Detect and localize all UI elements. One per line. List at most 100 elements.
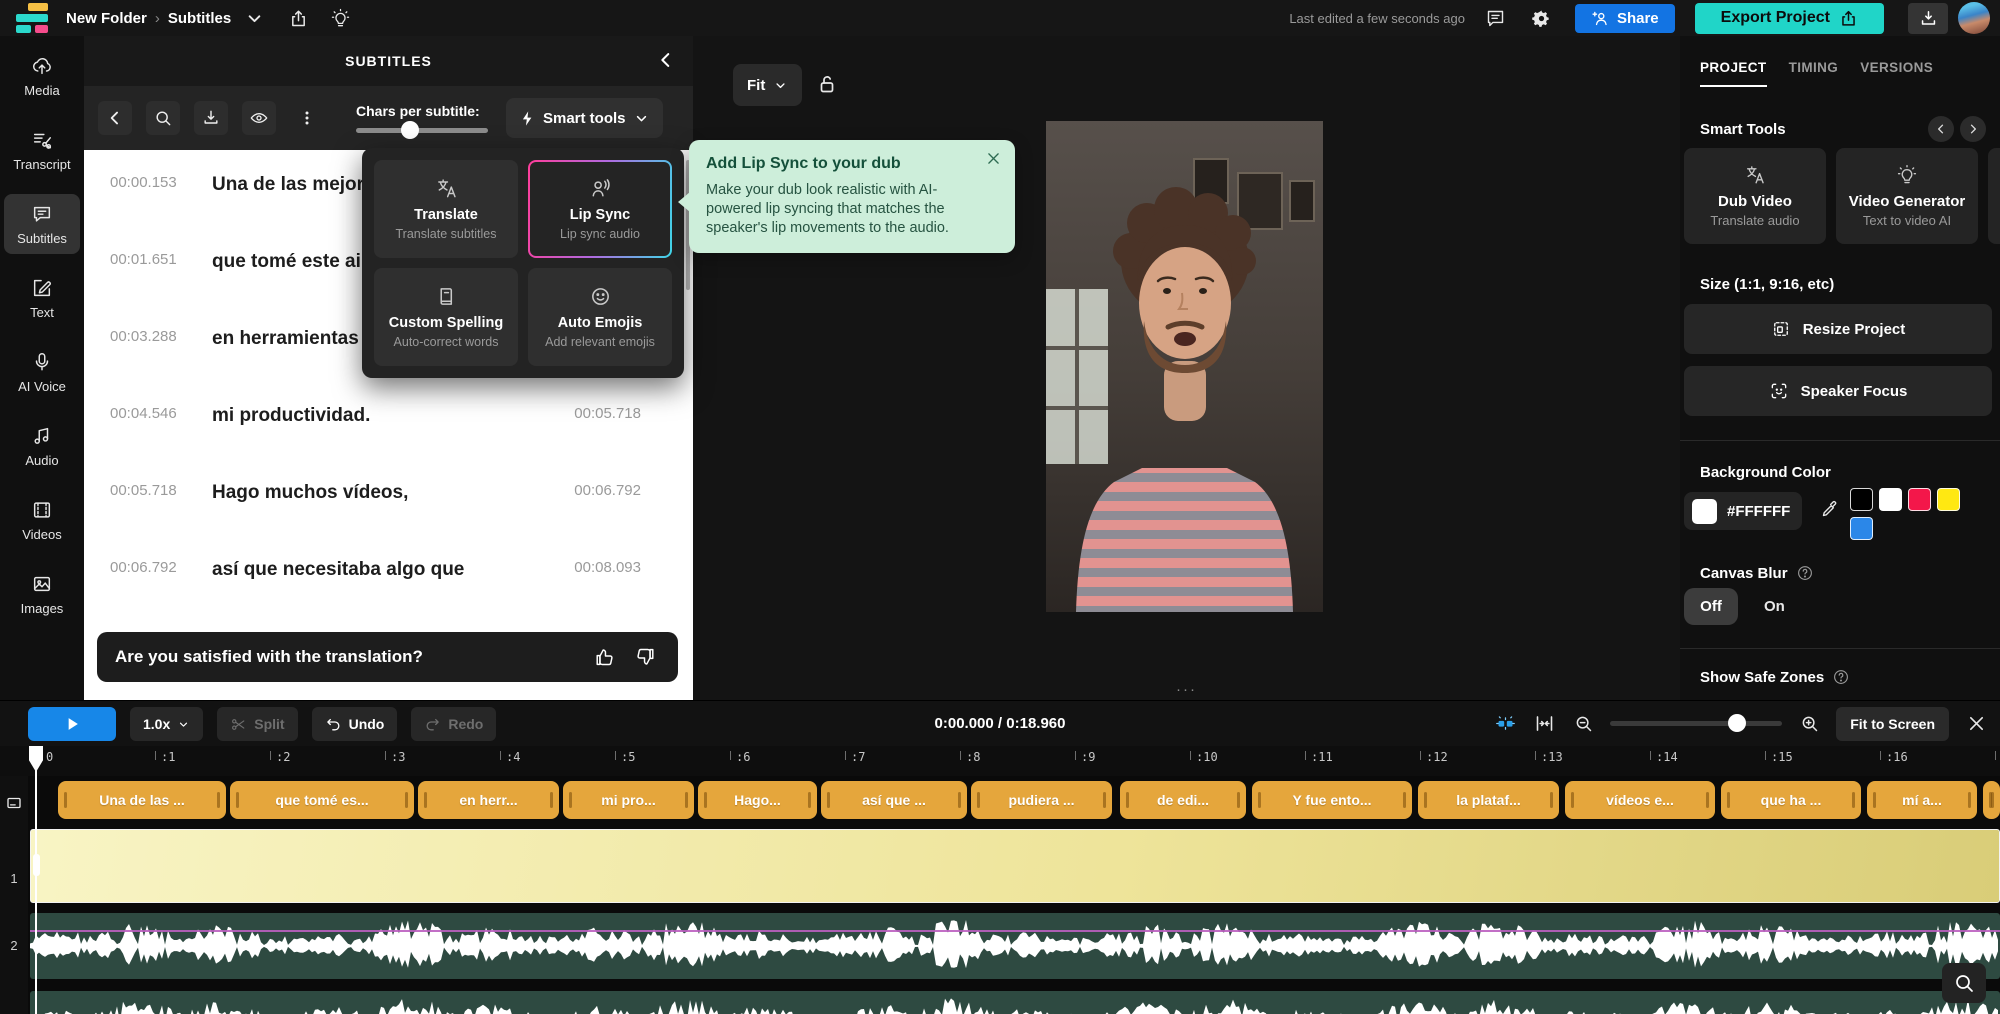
unlock-icon[interactable] xyxy=(815,72,843,100)
smart-tool-card[interactable]: Video Generator Text to video AI xyxy=(1836,148,1978,244)
subtitle-start-time[interactable]: 00:01.651 xyxy=(110,251,196,268)
subtitle-clip[interactable]: Y fue ento... xyxy=(1252,781,1412,819)
subtitle-text[interactable]: Hago muchos vídeos, xyxy=(212,482,574,504)
panel-resize-handle[interactable]: ··· xyxy=(693,681,1680,698)
project-menu-chevron-icon[interactable] xyxy=(241,5,267,31)
color-swatch[interactable] xyxy=(1908,488,1931,511)
subtitle-row[interactable]: 00:06.792 así que necesitaba algo que 00… xyxy=(84,547,693,624)
subtitle-start-time[interactable]: 00:06.792 xyxy=(110,559,196,576)
zoom-out-icon[interactable] xyxy=(1571,712,1595,736)
video-preview[interactable] xyxy=(1046,121,1323,612)
subtitle-clip[interactable]: que ha ... xyxy=(1721,781,1861,819)
chars-per-subtitle-slider[interactable] xyxy=(356,128,488,133)
undo-button[interactable]: Undo xyxy=(312,707,398,741)
snap-toggle-icon[interactable] xyxy=(1493,712,1517,736)
preview-canvas[interactable]: Fit xyxy=(693,36,1680,700)
sidebar-item-media[interactable]: Media xyxy=(4,46,80,106)
download-subtitles-button[interactable] xyxy=(194,101,228,135)
subtitle-text[interactable]: mi productividad. xyxy=(212,405,574,427)
more-options-button[interactable] xyxy=(290,101,324,135)
canvas-blur-off-button[interactable]: Off xyxy=(1684,588,1738,625)
subtitle-clip[interactable]: así que ... xyxy=(821,781,967,819)
sidebar-item-images[interactable]: Images xyxy=(4,564,80,624)
export-project-button[interactable]: Export Project xyxy=(1695,3,1884,34)
breadcrumb-project-title[interactable]: Subtitles xyxy=(168,10,231,27)
help-icon[interactable] xyxy=(1832,668,1850,686)
resize-project-button[interactable]: Resize Project xyxy=(1684,304,1992,354)
settings-gear-icon[interactable] xyxy=(1529,5,1555,31)
thumbs-down-button[interactable] xyxy=(630,642,660,672)
split-button[interactable]: Split xyxy=(217,707,297,741)
audio-waveform-track-2[interactable] xyxy=(30,991,2000,1014)
thumbs-up-button[interactable] xyxy=(590,642,620,672)
timeline-ruler[interactable]: 0:1:2:3:4:5:6:7:8:9:10:11:12:13:14:15:16… xyxy=(0,746,2000,776)
subtitle-end-time[interactable]: 00:06.792 xyxy=(574,482,641,499)
playhead-line[interactable] xyxy=(35,746,37,1014)
share-out-icon[interactable] xyxy=(285,5,311,31)
subtitle-clip[interactable]: pudiera ... xyxy=(971,781,1112,819)
subtitle-end-time[interactable]: 00:08.093 xyxy=(574,559,641,576)
subtitle-clip[interactable]: vídeos e... xyxy=(1565,781,1715,819)
subtitle-row[interactable]: 00:04.546 mi productividad. 00:05.718 xyxy=(84,393,693,470)
smart-tool-lip-sync[interactable]: Lip Sync Lip sync audio xyxy=(528,160,672,258)
back-button[interactable] xyxy=(98,101,132,135)
canvas-blur-on-button[interactable]: On xyxy=(1754,588,1795,625)
playback-speed-dropdown[interactable]: 1.0x xyxy=(130,707,203,741)
speaker-focus-button[interactable]: Speaker Focus xyxy=(1684,366,1992,416)
subtitle-end-time[interactable]: 00:05.718 xyxy=(574,405,641,422)
sidebar-item-transcript[interactable]: Transcript xyxy=(4,120,80,180)
smart-tool-custom-spelling[interactable]: Custom Spelling Auto-correct words xyxy=(374,268,518,366)
tab-versions[interactable]: VERSIONS xyxy=(1860,60,1933,87)
help-icon[interactable] xyxy=(1796,564,1814,582)
hex-color-input[interactable]: #FFFFFF xyxy=(1684,492,1802,530)
toggle-visibility-button[interactable] xyxy=(242,101,276,135)
zoom-fit-dropdown[interactable]: Fit xyxy=(733,64,802,106)
subtitle-clip[interactable]: en herr... xyxy=(418,781,559,819)
subtitle-start-time[interactable]: 00:00.153 xyxy=(110,174,196,191)
color-swatch[interactable] xyxy=(1850,488,1873,511)
subtitle-text[interactable]: así que necesitaba algo que xyxy=(212,559,574,581)
sidebar-item-videos[interactable]: Videos xyxy=(4,490,80,550)
smart-tool-card[interactable]: T E xyxy=(1988,148,2000,244)
smart-tool-auto-emojis[interactable]: Auto Emojis Add relevant emojis xyxy=(528,268,672,366)
subtitle-start-time[interactable]: 00:04.546 xyxy=(110,405,196,422)
close-icon[interactable] xyxy=(985,150,1005,170)
sidebar-item-subtitles[interactable]: Subtitles xyxy=(4,194,80,254)
text-layer-track[interactable] xyxy=(30,829,2000,903)
cards-prev-button[interactable] xyxy=(1928,116,1954,142)
search-subtitles-button[interactable] xyxy=(146,101,180,135)
subtitle-start-time[interactable]: 00:05.718 xyxy=(110,482,196,499)
color-swatch[interactable] xyxy=(1937,488,1960,511)
subtitle-clip[interactable] xyxy=(1983,781,2000,819)
cards-next-button[interactable] xyxy=(1960,116,1986,142)
smart-tool-translate[interactable]: Translate Translate subtitles xyxy=(374,160,518,258)
timeline-magnifier-button[interactable] xyxy=(1942,963,1986,1003)
subtitle-clip[interactable]: Hago... xyxy=(698,781,817,819)
user-avatar[interactable] xyxy=(1958,2,1990,34)
audio-volume-line[interactable] xyxy=(30,930,2000,932)
subtitle-clip[interactable]: mí a... xyxy=(1867,781,1977,819)
fit-clips-icon[interactable] xyxy=(1532,712,1556,736)
share-button[interactable]: Share xyxy=(1575,4,1675,33)
tab-project[interactable]: PROJECT xyxy=(1700,60,1767,87)
redo-button[interactable]: Redo xyxy=(411,707,496,741)
subtitle-clip[interactable]: que tomé es... xyxy=(230,781,414,819)
color-swatch[interactable] xyxy=(1879,488,1902,511)
download-button[interactable] xyxy=(1908,3,1948,34)
sidebar-item-audio[interactable]: Audio xyxy=(4,416,80,476)
smart-tool-card[interactable]: Dub Video Translate audio xyxy=(1684,148,1826,244)
subtitle-clip[interactable]: de edi... xyxy=(1120,781,1246,819)
comments-icon[interactable] xyxy=(1483,5,1509,31)
app-logo[interactable] xyxy=(16,2,56,34)
fit-to-screen-button[interactable]: Fit to Screen xyxy=(1836,707,1949,741)
collapse-panel-icon[interactable] xyxy=(655,49,679,73)
eyedropper-icon[interactable] xyxy=(1820,498,1844,522)
subtitle-row[interactable]: 00:05.718 Hago muchos vídeos, 00:06.792 xyxy=(84,470,693,547)
tab-timing[interactable]: TIMING xyxy=(1789,60,1839,87)
color-swatch[interactable] xyxy=(1850,517,1873,540)
timeline-zoom-slider[interactable] xyxy=(1610,721,1782,726)
sidebar-item-text[interactable]: Text xyxy=(4,268,80,328)
subtitle-start-time[interactable]: 00:03.288 xyxy=(110,328,196,345)
subtitle-clip[interactable]: Una de las ... xyxy=(58,781,226,819)
breadcrumb-folder[interactable]: New Folder xyxy=(66,10,147,27)
